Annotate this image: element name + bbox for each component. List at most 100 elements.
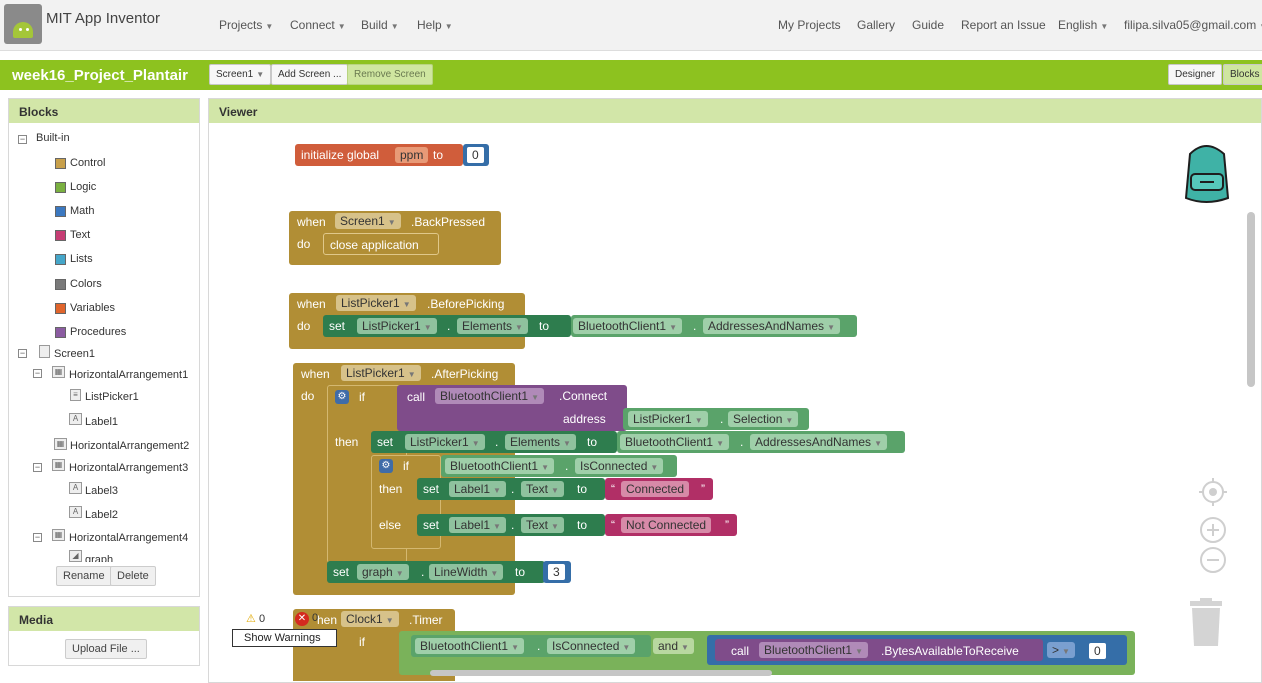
selection-dropdown[interactable]: Selection ▼ [728,411,799,427]
mutator-gear-icon[interactable]: ⚙ [335,390,349,404]
show-warnings-button[interactable]: Show Warnings [232,629,337,647]
tree-label2[interactable]: Label2 [85,509,118,521]
menu-guide[interactable]: Guide [912,18,944,32]
builtin-math[interactable]: Math [70,205,94,217]
tree-builtin[interactable]: Built-in [36,132,70,144]
addressesandnames-dropdown[interactable]: AddressesAndNames ▼ [703,318,840,334]
bluetoothclient1-dropdown[interactable]: BluetoothClient1 ▼ [435,388,544,404]
zoom-in-icon[interactable] [1199,516,1227,544]
tree-label1[interactable]: Label1 [85,416,118,428]
builtin-text[interactable]: Text [70,229,90,241]
tree-horizontal-arrangement-2[interactable]: HorizontalArrangement2 [70,440,189,452]
listpicker1-dropdown[interactable]: ListPicker1 ▼ [628,411,708,427]
builtin-control[interactable]: Control [70,157,105,169]
collapse-builtin-icon[interactable]: − [18,135,27,144]
builtin-colors[interactable]: Colors [70,278,102,290]
horizontal-scrollbar[interactable] [430,670,772,676]
close-application-block[interactable]: close application [323,233,439,255]
variable-name-ppm[interactable]: ppm [395,147,429,163]
recenter-icon[interactable] [1199,478,1227,506]
menu-build[interactable]: Build ▼ [361,18,399,32]
number-block[interactable]: 3 [543,561,571,583]
menu-gallery[interactable]: Gallery [857,18,895,32]
menu-projects[interactable]: Projects ▼ [219,18,273,32]
menu-connect[interactable]: Connect ▼ [290,18,346,32]
isconnected-dropdown[interactable]: IsConnected ▼ [575,458,664,474]
collapse-ha3-icon[interactable]: − [33,463,42,472]
bluetoothclient1-dropdown[interactable]: BluetoothClient1 ▼ [620,434,729,450]
blocks-workspace[interactable]: initialize global ppm to 0 when Screen1 ▼… [215,125,1255,681]
number-zero-slot[interactable]: 0 [1089,643,1106,659]
elements-dropdown[interactable]: Elements ▼ [505,434,576,450]
tree-horizontal-arrangement-1[interactable]: HorizontalArrangement1 [69,369,188,381]
tree-listpicker1[interactable]: ListPicker1 [85,391,139,403]
listpicker1-dropdown[interactable]: ListPicker1 ▼ [341,365,421,381]
bluetoothclient1-dropdown[interactable]: BluetoothClient1 ▼ [573,318,682,334]
remove-screen-button[interactable]: Remove Screen [347,64,433,85]
tree-label3[interactable]: Label3 [85,485,118,497]
builtin-logic[interactable]: Logic [70,181,96,193]
do-label: do [297,237,311,251]
tree-screen1[interactable]: Screen1 [54,348,95,360]
tree-horizontal-arrangement-3[interactable]: HorizontalArrangement3 [69,462,188,474]
graph-dropdown[interactable]: graph ▼ [357,564,409,580]
tree-horizontal-arrangement-4[interactable]: HorizontalArrangement4 [69,532,188,544]
builtin-variables[interactable]: Variables [70,302,115,314]
label1-dropdown[interactable]: Label1 ▼ [449,517,506,533]
to-label: to [587,435,598,449]
collapse-screen1-icon[interactable]: − [18,349,27,358]
upload-file-button[interactable]: Upload File ... [65,639,147,659]
add-screen-button[interactable]: Add Screen ... [271,64,349,85]
mutator-gear-icon[interactable]: ⚙ [379,459,393,473]
backpack-icon[interactable] [1176,140,1240,206]
when-label-partial: hen [317,613,338,627]
app-title[interactable]: MIT App Inventor [46,10,160,27]
builtin-lists[interactable]: Lists [70,253,93,265]
number-three[interactable]: 3 [548,564,565,580]
menu-language[interactable]: English ▼ [1058,18,1108,32]
screen-selector[interactable]: Screen1 ▼ [209,64,272,85]
menu-report-issue[interactable]: Report an Issue [961,18,1046,32]
menu-help[interactable]: Help ▼ [417,18,453,32]
menu-my-projects[interactable]: My Projects [778,18,841,32]
collapse-ha1-icon[interactable]: − [33,369,42,378]
error-icon[interactable]: ✕ [295,612,309,626]
label1-dropdown[interactable]: Label1 ▼ [449,481,506,497]
bluetoothclient1-dropdown[interactable]: BluetoothClient1 ▼ [445,458,554,474]
listpicker1-dropdown[interactable]: ListPicker1 ▼ [336,295,416,311]
screen1-dropdown[interactable]: Screen1 ▼ [335,213,401,229]
addressesandnames-dropdown[interactable]: AddressesAndNames ▼ [750,434,887,450]
screen-icon [39,345,50,358]
warning-icon: ⚠ [246,613,256,625]
rename-button[interactable]: Rename [56,566,112,586]
string-connected[interactable]: Connected [621,481,690,497]
number-zero[interactable]: 0 [467,147,484,163]
designer-button[interactable]: Designer [1168,64,1223,85]
and-dropdown[interactable]: and ▼ [653,638,694,654]
menu-user-account[interactable]: filipa.silva05@gmail.com▼ [1124,18,1262,32]
blocks-button[interactable]: Blocks [1223,64,1262,85]
bluetoothclient1-dropdown[interactable]: BluetoothClient1 ▼ [415,638,524,654]
listpicker1-dropdown[interactable]: ListPicker1 ▼ [357,318,437,334]
text-dropdown[interactable]: Text ▼ [521,481,564,497]
collapse-ha4-icon[interactable]: − [33,533,42,542]
isconnected-dropdown[interactable]: IsConnected ▼ [547,638,636,654]
listpicker1-dropdown[interactable]: ListPicker1 ▼ [405,434,485,450]
clock1-dropdown[interactable]: Clock1 ▼ [341,611,399,627]
delete-button[interactable]: Delete [110,566,156,586]
when-label: when [301,367,330,381]
compare-operator-dropdown[interactable]: > ▼ [1047,642,1075,658]
bluetoothclient1-dropdown[interactable]: BluetoothClient1 ▼ [759,642,868,658]
builtin-procedures[interactable]: Procedures [70,326,126,338]
string-not-connected[interactable]: Not Connected [621,517,712,533]
trash-can-icon[interactable] [1188,598,1224,648]
linewidth-dropdown[interactable]: LineWidth ▼ [429,564,504,580]
number-block[interactable]: 0 [463,144,489,166]
zoom-out-icon[interactable] [1199,546,1227,574]
app-inventor-logo[interactable] [4,4,42,44]
vertical-scrollbar[interactable] [1247,212,1255,387]
tree-graph[interactable]: graph [85,554,113,562]
elements-dropdown[interactable]: Elements ▼ [457,318,528,334]
warning-indicator[interactable]: ⚠ 0 [246,612,265,625]
text-dropdown[interactable]: Text ▼ [521,517,564,533]
